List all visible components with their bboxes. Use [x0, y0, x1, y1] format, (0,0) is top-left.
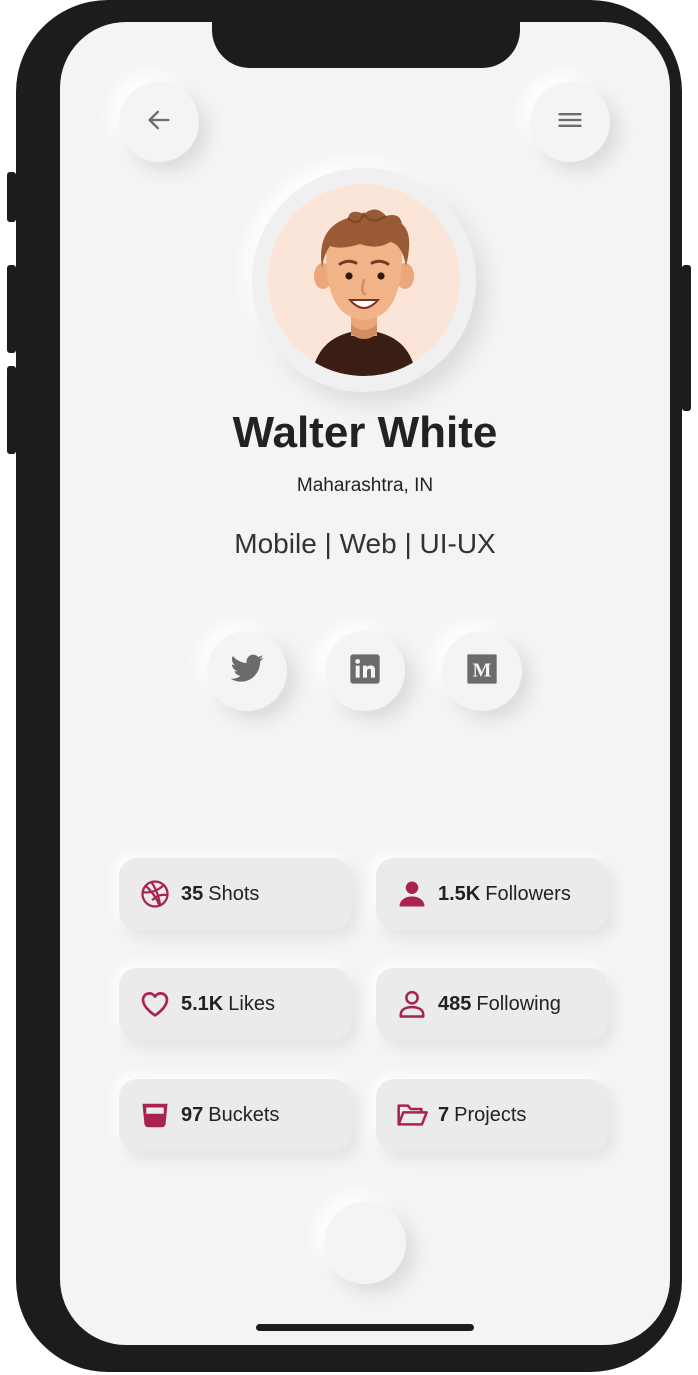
- stat-following-label: Following: [476, 992, 561, 1015]
- stat-buckets[interactable]: 97 Buckets: [119, 1079, 351, 1151]
- power-button: [682, 265, 691, 411]
- hamburger-menu-icon: [556, 106, 584, 139]
- bottom-action-button[interactable]: [324, 1202, 406, 1284]
- avatar-frame: [252, 168, 476, 392]
- profile-roles: Mobile | Web | UI-UX: [234, 528, 496, 559]
- bucket-icon: [139, 1099, 171, 1131]
- stat-projects-value: 7: [438, 1103, 450, 1126]
- phone-frame: Walter White Maharashtra, IN Mobile | We…: [7, 0, 691, 1372]
- screen: Walter White Maharashtra, IN Mobile | We…: [60, 22, 670, 1345]
- stat-likes-value: 5.1K: [181, 992, 224, 1015]
- avatar[interactable]: [268, 184, 460, 376]
- stat-buckets-label: Buckets: [208, 1103, 280, 1126]
- stat-followers-label: Followers: [485, 882, 571, 905]
- stat-followers-value: 1.5K: [438, 882, 481, 905]
- stat-following-value: 485: [438, 992, 472, 1015]
- stat-following[interactable]: 485 Following: [376, 968, 608, 1040]
- arrow-left-icon: [145, 106, 173, 139]
- volume-up-button: [7, 265, 16, 353]
- back-button[interactable]: [119, 82, 199, 162]
- stat-projects-label: Projects: [454, 1103, 527, 1126]
- profile-name: Walter White: [232, 408, 498, 457]
- stat-projects[interactable]: 7 Projects: [376, 1079, 608, 1151]
- stat-shots[interactable]: 35 Shots: [119, 858, 351, 930]
- user-solid-icon: [396, 878, 428, 910]
- stat-shots-label: Shots: [208, 882, 260, 905]
- heart-icon: [139, 988, 171, 1020]
- stat-likes-label: Likes: [228, 992, 275, 1015]
- volume-down-button: [7, 366, 16, 454]
- dribbble-icon: [139, 878, 171, 910]
- stat-shots-value: 35: [181, 882, 204, 905]
- twitter-button[interactable]: [207, 631, 287, 711]
- home-indicator[interactable]: [256, 1324, 474, 1331]
- linkedin-icon: [349, 653, 381, 690]
- stat-likes[interactable]: 5.1K Likes: [119, 968, 351, 1040]
- folder-open-icon: [396, 1099, 428, 1131]
- twitter-icon: [229, 651, 265, 692]
- stat-buckets-value: 97: [181, 1103, 204, 1126]
- stat-followers[interactable]: 1.5K Followers: [376, 858, 608, 930]
- svg-text:M: M: [473, 659, 492, 681]
- mute-switch: [7, 172, 16, 222]
- menu-button[interactable]: [530, 82, 610, 162]
- linkedin-button[interactable]: [325, 631, 405, 711]
- profile-location: Maharashtra, IN: [296, 475, 434, 496]
- user-outline-icon: [396, 988, 428, 1020]
- notch: [212, 22, 520, 68]
- medium-icon: M: [466, 653, 498, 690]
- medium-button[interactable]: M: [442, 631, 522, 711]
- avatar-illustration: [268, 184, 460, 376]
